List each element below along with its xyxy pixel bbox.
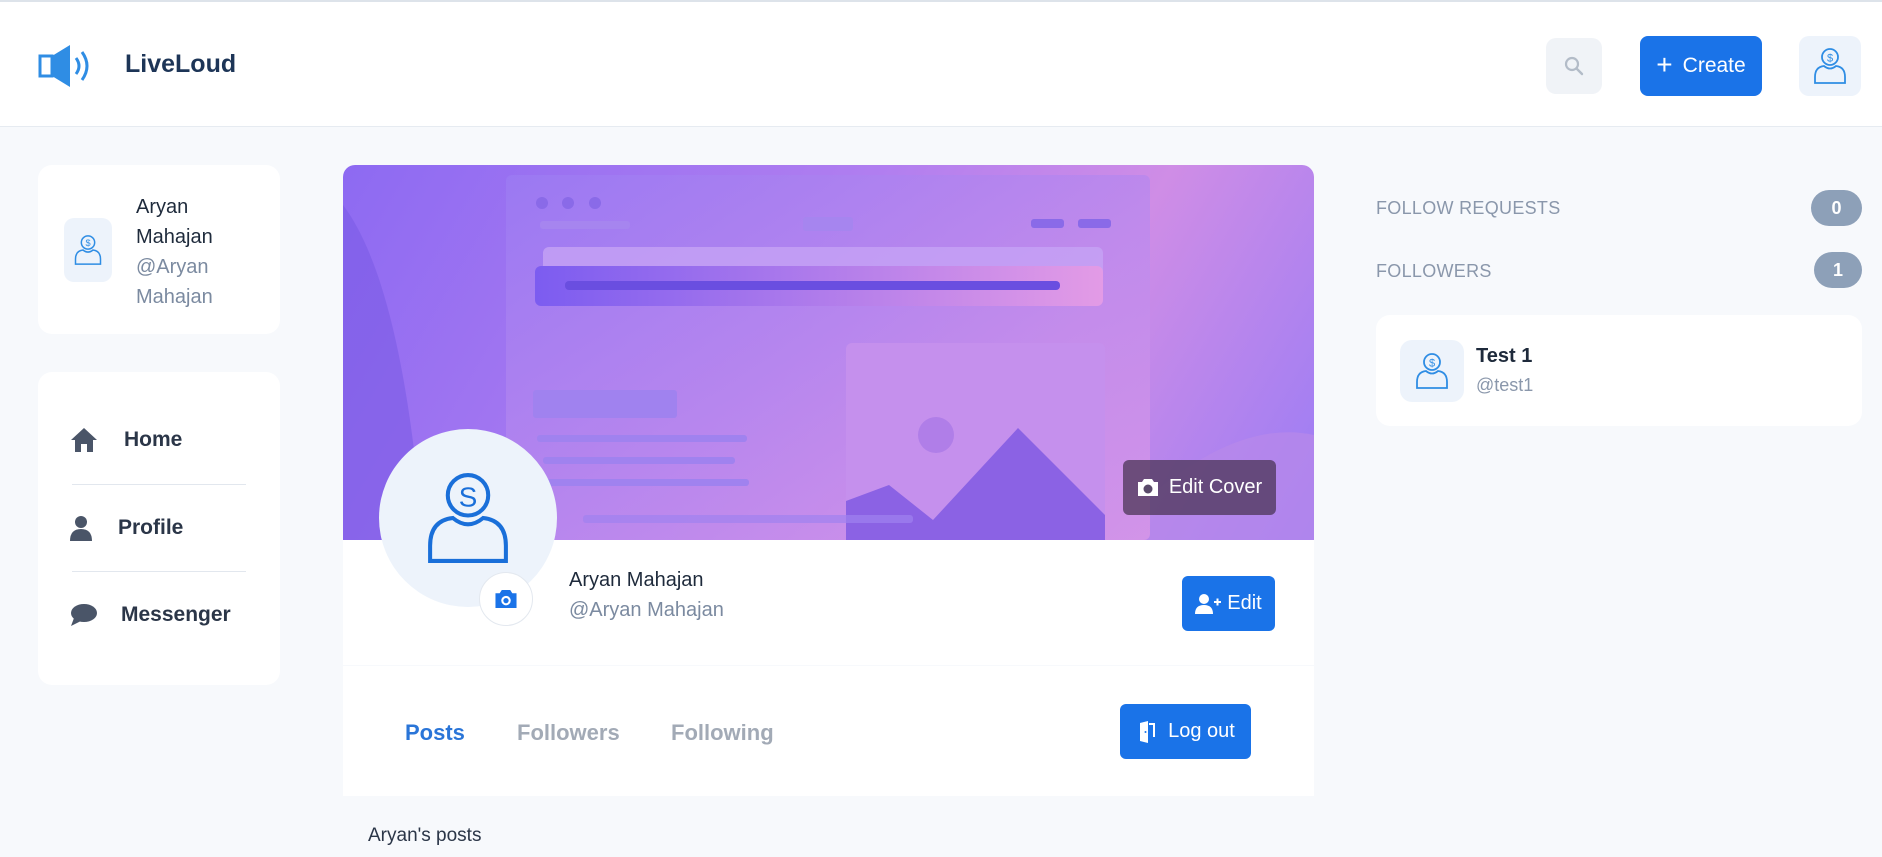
sidebar-item-label: Home: [124, 428, 183, 451]
sidebar-nav: Home Profile Messenger: [38, 372, 280, 685]
user-avatar-icon: $: [74, 235, 102, 265]
followers-count-badge: 1: [1814, 252, 1862, 288]
follower-list-item[interactable]: $ Test 1 @test1: [1376, 315, 1862, 426]
sidebar-user-card[interactable]: $ Aryan Mahajan @Aryan Mahajan: [38, 165, 280, 334]
chat-icon: [70, 603, 121, 627]
edit-label: Edit: [1227, 592, 1262, 614]
brand-name[interactable]: LiveLoud: [125, 50, 236, 79]
camera-icon: [1137, 479, 1158, 496]
logout-button[interactable]: Log out: [1120, 704, 1251, 759]
tab-followers[interactable]: Followers: [517, 720, 620, 746]
search-icon: [1564, 56, 1584, 76]
user-avatar-icon: $: [1416, 353, 1448, 389]
create-label: Create: [1682, 54, 1746, 77]
svg-text:$: $: [1827, 53, 1833, 65]
divider: [72, 571, 246, 572]
user-avatar-icon: $: [1814, 48, 1846, 84]
change-avatar-button[interactable]: [479, 572, 533, 626]
tab-posts[interactable]: Posts: [405, 720, 465, 746]
profile-tabs: Posts Followers Following Log out: [343, 666, 1314, 796]
door-exit-icon: [1140, 720, 1156, 743]
profile-avatar: S: [379, 429, 557, 607]
sidebar-item-messenger[interactable]: Messenger: [70, 595, 231, 635]
profile-card: Edit Cover S Aryan Mahajan @Aryan Mahaja…: [343, 165, 1314, 665]
user-avatar-icon: S: [428, 473, 508, 563]
user-plus-icon: [1195, 593, 1222, 614]
speaker-logo-icon[interactable]: [38, 42, 100, 90]
svg-text:S: S: [459, 482, 478, 513]
avatar: $: [64, 218, 112, 282]
user-icon: [70, 515, 118, 541]
create-button[interactable]: + Create: [1640, 36, 1762, 96]
edit-cover-label: Edit Cover: [1168, 476, 1263, 498]
sidebar-item-profile[interactable]: Profile: [70, 508, 183, 548]
follow-requests-label: FOLLOW REQUESTS: [1376, 198, 1561, 218]
svg-text:$: $: [85, 238, 90, 248]
posts-section-title: Aryan's posts: [368, 825, 482, 846]
followers-label: FOLLOWERS: [1376, 261, 1492, 281]
header-avatar[interactable]: $: [1799, 36, 1861, 96]
divider: [72, 484, 246, 485]
top-header: LiveLoud + Create $: [0, 0, 1882, 127]
svg-text:$: $: [1429, 358, 1435, 370]
follow-requests-count-badge: 0: [1811, 190, 1862, 226]
sidebar-item-home[interactable]: Home: [70, 420, 182, 460]
profile-name: Aryan Mahajan: [569, 569, 704, 591]
tab-following[interactable]: Following: [671, 720, 774, 746]
search-button[interactable]: [1546, 38, 1602, 94]
follower-name: Test 1: [1476, 345, 1533, 367]
edit-profile-button[interactable]: Edit: [1182, 576, 1275, 631]
edit-cover-button[interactable]: Edit Cover: [1123, 460, 1276, 515]
plus-icon: +: [1656, 48, 1673, 80]
follower-handle: @test1: [1476, 375, 1534, 395]
camera-icon: [495, 590, 517, 608]
logout-label: Log out: [1168, 720, 1235, 742]
sidebar-item-label: Profile: [118, 516, 184, 539]
avatar: $: [1400, 340, 1464, 402]
sidebar-item-label: Messenger: [121, 603, 231, 626]
profile-handle: @Aryan Mahajan: [569, 599, 724, 621]
home-icon: [70, 427, 124, 453]
sidebar-user-handle: @Aryan Mahajan: [136, 256, 213, 308]
sidebar-user-name: Aryan Mahajan: [136, 196, 213, 248]
